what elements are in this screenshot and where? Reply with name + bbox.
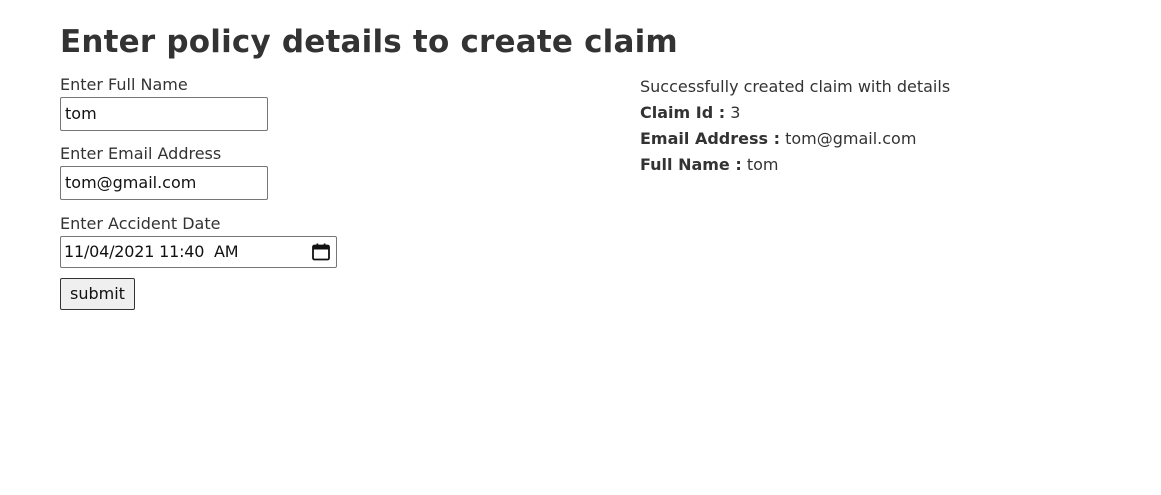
claim-id-value: 3 xyxy=(730,103,741,122)
accident-date-input[interactable]: 11/04/2021 11:40 AM xyxy=(60,236,337,268)
full-name-value: tom xyxy=(746,155,779,174)
accident-date-value: 11/04/2021 11:40 AM xyxy=(64,242,239,261)
email-key: Email Address : xyxy=(640,129,780,148)
result-message: Successfully created claim with details xyxy=(640,77,951,96)
full-name-input[interactable]: tom xyxy=(60,97,268,131)
full-name-key: Full Name : xyxy=(640,155,742,174)
email-input[interactable]: tom@gmail.com xyxy=(60,166,268,200)
claim-result: Successfully created claim with details … xyxy=(640,74,1140,178)
result-full-name: Full Name : tom xyxy=(640,152,1140,178)
result-claim-id: Claim Id : 3 xyxy=(640,100,1140,126)
submit-button[interactable]: submit xyxy=(60,278,135,310)
calendar-icon[interactable] xyxy=(311,242,331,262)
email-value: tom@gmail.com xyxy=(785,129,917,148)
full-name-label: Enter Full Name xyxy=(60,75,188,94)
page-title: Enter policy details to create claim xyxy=(60,24,678,60)
accident-date-label: Enter Accident Date xyxy=(60,214,221,233)
email-label: Enter Email Address xyxy=(60,144,222,163)
result-email: Email Address : tom@gmail.com xyxy=(640,126,1140,152)
claim-id-key: Claim Id : xyxy=(640,103,726,122)
